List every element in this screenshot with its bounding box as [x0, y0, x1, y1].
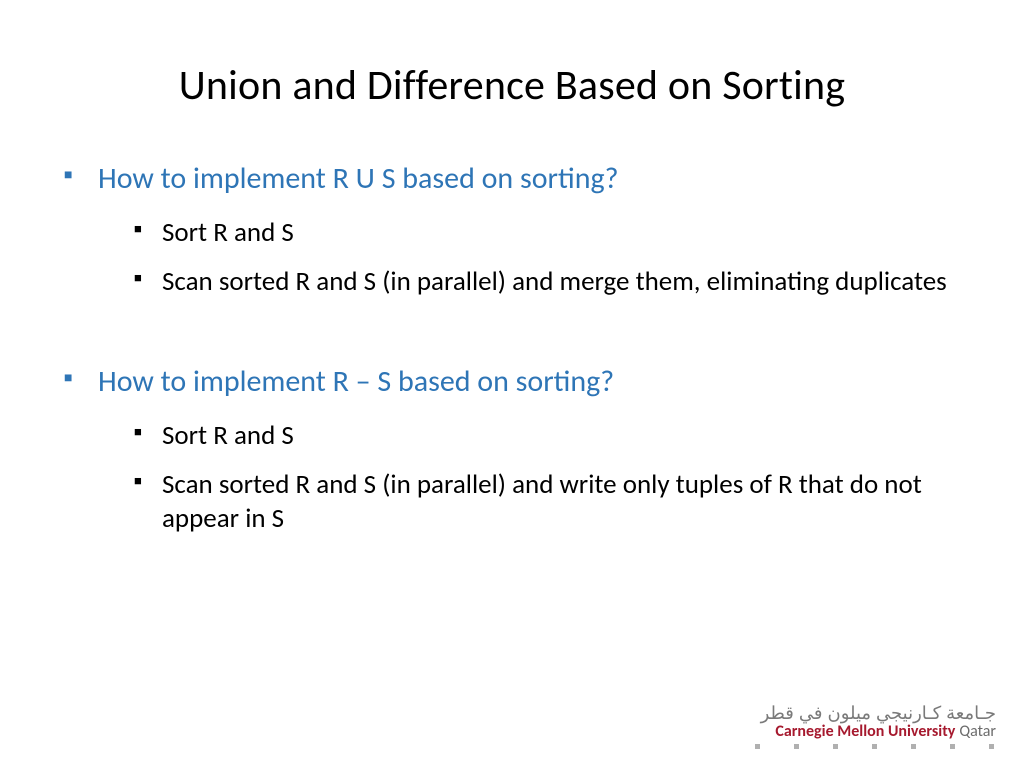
logo-arabic: جـامعة كـارنيجي ميلون في قطر	[755, 704, 996, 722]
footer-logo: جـامعة كـارنيجي ميلون في قطر Carnegie Me…	[755, 704, 996, 750]
bullet-diff-item-2: Scan sorted R and S (in parallel) and wr…	[98, 468, 964, 536]
slide-content: How to implement R U S based on sorting?…	[60, 160, 964, 552]
logo-dots	[755, 744, 996, 750]
logo-org-bold: Carnegie Mellon University	[775, 722, 955, 741]
heading-text: How to implement R U S based on sorting?	[98, 160, 619, 197]
bullet-union-item-2: Scan sorted R and S (in parallel) and me…	[98, 265, 964, 299]
bullet-diff-heading: How to implement R – S based on sorting?…	[60, 363, 964, 536]
logo-english: Carnegie Mellon UniversityQatar	[755, 724, 996, 740]
spacer	[60, 315, 964, 363]
bullet-union-item-1: Sort R and S	[98, 216, 964, 250]
bullet-union-heading: How to implement R U S based on sorting?…	[60, 160, 964, 299]
bullet-diff-item-1: Sort R and S	[98, 419, 964, 453]
slide: Union and Difference Based on Sorting Ho…	[0, 0, 1024, 768]
logo-org-gray: Qatar	[959, 722, 996, 741]
slide-title: Union and Difference Based on Sorting	[0, 60, 1024, 111]
heading-text: How to implement R – S based on sorting?	[98, 363, 614, 400]
